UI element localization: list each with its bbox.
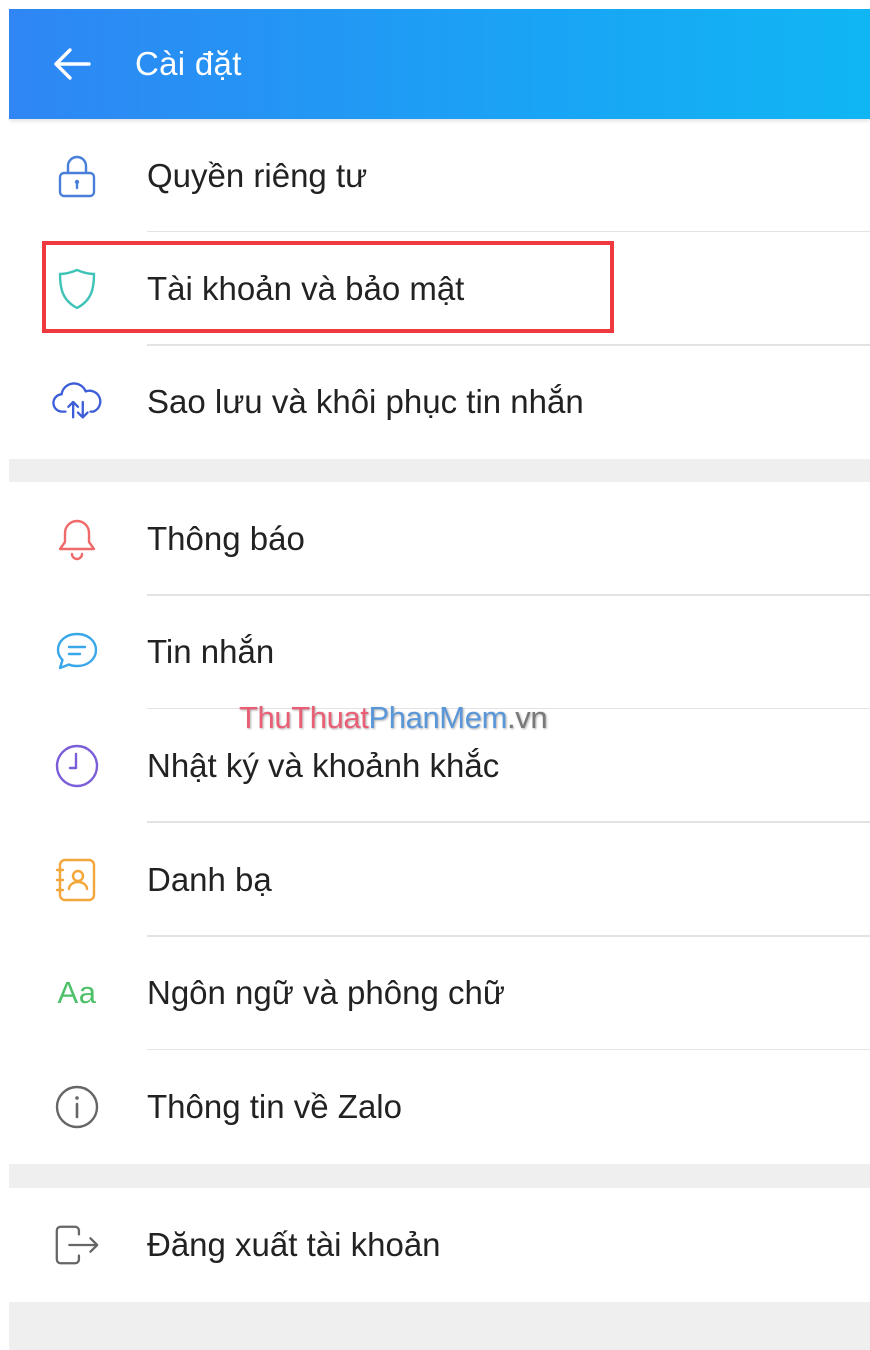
- watermark-part2: PhanMem: [368, 700, 508, 735]
- menu-item-label: Danh bạ: [147, 860, 272, 898]
- clock-icon: [52, 741, 102, 791]
- menu-item-label: Tin nhắn: [147, 633, 275, 671]
- bell-icon: [52, 514, 102, 564]
- font-icon-text: Aa: [57, 975, 97, 1011]
- contact-book-icon: [52, 855, 102, 905]
- menu-item-label: Đăng xuất tài khoản: [147, 1226, 441, 1263]
- menu-item-notifications[interactable]: Thông báo: [9, 482, 870, 596]
- menu-item-label: Ngôn ngữ và phông chữ: [147, 974, 505, 1012]
- back-button[interactable]: [47, 39, 97, 89]
- logout-icon: [52, 1220, 102, 1270]
- watermark: ThuThuatPhanMem.vn: [239, 700, 548, 736]
- menu-item-backup-restore[interactable]: Sao lưu và khôi phục tin nhắn: [9, 346, 870, 459]
- menu-item-label: Quyền riêng tư: [147, 156, 368, 194]
- chat-bubble-icon: [52, 627, 102, 677]
- menu-item-about[interactable]: Thông tin về Zalo: [9, 1050, 870, 1164]
- menu-item-privacy[interactable]: Quyền riêng tư: [9, 119, 870, 233]
- settings-group-privacy: Quyền riêng tư Tài khoản và bảo mật Sao …: [9, 119, 870, 459]
- menu-item-logout[interactable]: Đăng xuất tài khoản: [9, 1188, 870, 1302]
- settings-screen: Cài đặt Quyền riêng tư Tài khoản và bảo …: [9, 9, 870, 1350]
- menu-item-language-font[interactable]: Aa Ngôn ngữ và phông chữ: [9, 937, 870, 1051]
- menu-item-contacts[interactable]: Danh bạ: [9, 823, 870, 937]
- menu-item-label: Thông báo: [147, 519, 305, 557]
- font-icon: Aa: [52, 968, 102, 1018]
- menu-item-account-security[interactable]: Tài khoản và bảo mật: [9, 232, 870, 346]
- cloud-sync-icon: [52, 377, 102, 427]
- arrow-left-icon: [54, 48, 91, 80]
- menu-item-label: Thông tin về Zalo: [147, 1088, 402, 1126]
- shield-icon: [52, 264, 102, 314]
- menu-item-label: Tài khoản và bảo mật: [147, 269, 465, 307]
- top-app-bar: Cài đặt: [9, 9, 870, 119]
- page-title: Cài đặt: [135, 45, 242, 82]
- menu-item-messages[interactable]: Tin nhắn: [9, 596, 870, 710]
- watermark-part3: .vn: [507, 700, 548, 735]
- lock-icon: [52, 151, 102, 201]
- settings-group-logout: Đăng xuất tài khoản: [9, 1188, 870, 1302]
- menu-item-label: Nhật ký và khoảnh khắc: [147, 747, 500, 785]
- menu-item-label: Sao lưu và khôi phục tin nhắn: [147, 383, 584, 421]
- settings-group-general: Thông báo Tin nhắn Nhật ký và khoảnh khắ…: [9, 482, 870, 1164]
- info-icon: [52, 1082, 102, 1132]
- watermark-part1: ThuThuat: [239, 700, 369, 735]
